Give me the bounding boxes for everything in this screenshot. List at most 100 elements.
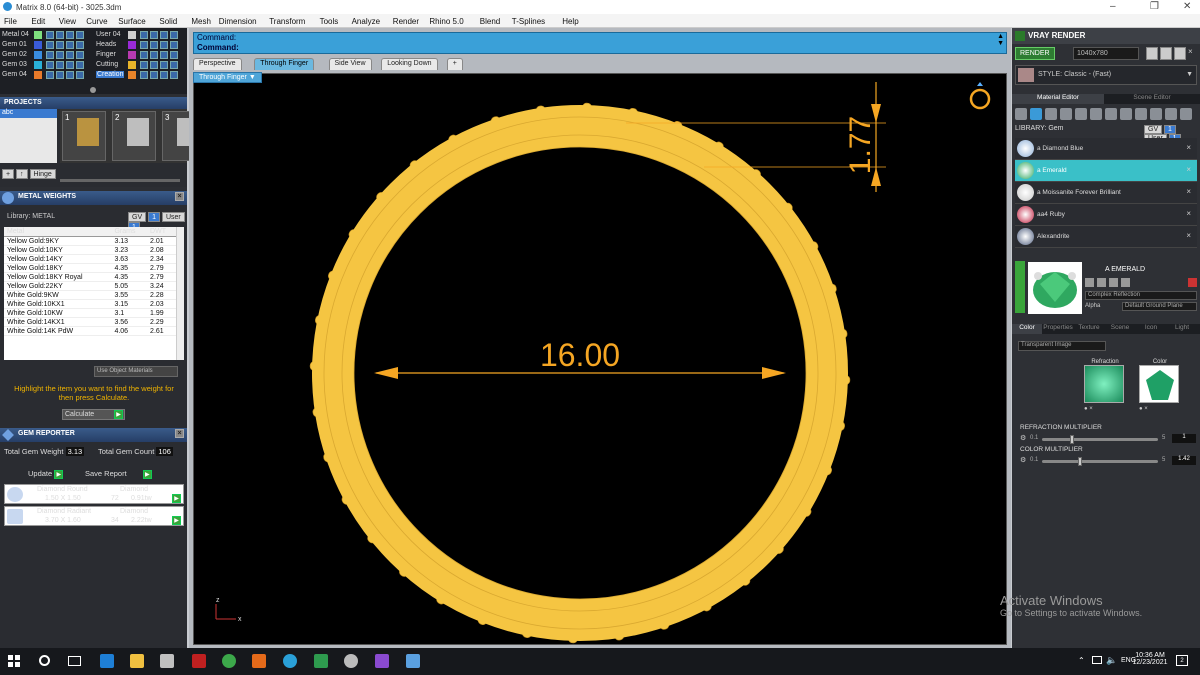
remove-material-icon[interactable]: ×	[1186, 165, 1191, 174]
through-finger-viewport[interactable]: 16.00 1.77 z x	[193, 73, 1007, 645]
checker-icon[interactable]	[1135, 108, 1147, 120]
menu-rhino-5-0[interactable]: Rhino 5.0	[429, 17, 463, 26]
menu-curve[interactable]: Curve	[86, 17, 107, 26]
layer-toggle-icon[interactable]	[66, 31, 74, 39]
layer-toggle-icon[interactable]	[56, 41, 64, 49]
menu-analyze[interactable]: Analyze	[352, 17, 380, 26]
edge-icon[interactable]	[100, 654, 114, 668]
close-gem-reporter-icon[interactable]: ×	[175, 429, 184, 438]
menu-render[interactable]: Render	[393, 17, 419, 26]
refraction-map-tools[interactable]: ● ×	[1084, 406, 1093, 412]
material-preview-toggle[interactable]	[1015, 261, 1025, 313]
layer-color-swatch[interactable]	[128, 61, 136, 69]
alpha-field[interactable]: Alpha	[1085, 303, 1100, 309]
up-project-button[interactable]: ↑	[16, 169, 28, 179]
material-copy-icon[interactable]	[1085, 278, 1094, 287]
update-button[interactable]: Update ▶	[28, 469, 64, 479]
material-assign-icon[interactable]	[1121, 278, 1130, 287]
notification-icon[interactable]: 2	[1176, 655, 1188, 666]
layer-toggle-icon[interactable]	[56, 61, 64, 69]
add-project-button[interactable]: +	[2, 169, 15, 179]
refraction-multiplier-value[interactable]: 1	[1172, 434, 1196, 443]
remove-material-icon[interactable]: ×	[1186, 209, 1191, 218]
layer-row[interactable]: Heads	[94, 40, 186, 50]
layer-toggle-icon[interactable]	[160, 31, 168, 39]
clock[interactable]: 10:36 AM 12/23/2021	[1130, 652, 1170, 666]
color-multiplier-value[interactable]: 1.42	[1172, 456, 1196, 465]
layer-row[interactable]: Creation	[94, 70, 186, 80]
gem-row[interactable]: Diamond Round Diamond 1.50 X 1.50 72 0.91tw ▶	[4, 484, 184, 504]
ring-view-icon[interactable]	[969, 82, 991, 110]
layer-toggle-icon[interactable]	[160, 61, 168, 69]
gem-select-icon[interactable]: ▶	[172, 516, 181, 525]
shine-icon[interactable]	[1075, 108, 1087, 120]
subtab-icon[interactable]: Icon	[1136, 324, 1166, 334]
layer-toggle-icon[interactable]	[76, 61, 84, 69]
render-settings-icon[interactable]	[1146, 47, 1158, 60]
material-ball-icon[interactable]	[1030, 108, 1042, 120]
menu-blend[interactable]: Blend	[480, 17, 500, 26]
tab-side-view[interactable]: Side View	[328, 58, 372, 70]
layer-toggle-icon[interactable]	[46, 51, 54, 59]
layer-toggle-icon[interactable]	[46, 61, 54, 69]
refraction-slider-thumb[interactable]	[1070, 435, 1074, 444]
tab-looking-down[interactable]: Looking Down	[381, 58, 438, 70]
gem-select-icon[interactable]: ▶	[172, 494, 181, 503]
render-region-icon[interactable]	[1160, 47, 1172, 60]
save-report-button[interactable]: Save Report ▶	[85, 469, 152, 479]
tray-chevron-icon[interactable]: ⌃	[1078, 656, 1085, 665]
material-item[interactable]: aa4 Ruby ×	[1015, 204, 1197, 226]
material-item[interactable]: a Moissanite Forever Brilliant ×	[1015, 182, 1197, 204]
tab-[interactable]: +	[446, 58, 463, 70]
menu-help[interactable]: Help	[562, 17, 578, 26]
column-header[interactable]: DWT	[147, 227, 176, 237]
menu-edit[interactable]: Edit	[31, 17, 45, 26]
refraction-map[interactable]: Refraction ● ×	[1084, 359, 1126, 417]
project-thumbnail[interactable]: 1	[62, 111, 106, 161]
layer-color-swatch[interactable]	[128, 41, 136, 49]
layer-toggle-icon[interactable]	[170, 31, 178, 39]
menu-file[interactable]: File	[4, 17, 17, 26]
subtab-light[interactable]: Light	[1167, 324, 1197, 334]
app-red-icon[interactable]	[192, 654, 206, 668]
reflection-select[interactable]: Complex Reflection	[1085, 291, 1197, 300]
layer-toggle-icon[interactable]	[56, 71, 64, 79]
use-object-materials-checkbox[interactable]: Use Object Materials	[94, 366, 178, 377]
menu-surface[interactable]: Surface	[118, 17, 146, 26]
layer-row[interactable]: Gem 02	[0, 50, 92, 60]
lamp-icon[interactable]	[1180, 108, 1192, 120]
layer-toggle-icon[interactable]	[46, 41, 54, 49]
link-icon[interactable]	[1165, 108, 1177, 120]
grid-icon[interactable]	[1105, 108, 1117, 120]
subtab-properties[interactable]: Properties	[1043, 324, 1073, 334]
table-row[interactable]: Yellow Gold:22KY 5.05 3.24	[4, 281, 176, 291]
gem-row[interactable]: Diamond Radiant Diamond 3.70 X 1.60 34 2.22t…	[4, 506, 184, 526]
hinge-button[interactable]: Hinge	[29, 169, 56, 179]
layer-toggle-icon[interactable]	[150, 61, 158, 69]
remove-material-icon[interactable]: ×	[1186, 143, 1191, 152]
table-row[interactable]: White Gold:9KW 3.55 2.28	[4, 290, 176, 300]
table-row[interactable]: White Gold:14K PdW 4.06 2.61	[4, 326, 176, 336]
layer-splitter[interactable]	[0, 86, 187, 94]
layer-toggle-icon[interactable]	[150, 51, 158, 59]
subtab-scene[interactable]: Scene	[1105, 324, 1135, 334]
subtab-texture[interactable]: Texture	[1074, 324, 1104, 334]
layer-toggle-icon[interactable]	[170, 61, 178, 69]
texture-icon[interactable]	[1090, 108, 1102, 120]
resolution-field[interactable]: 1040x780	[1073, 47, 1139, 60]
viewport-name-label[interactable]: Through Finger ▼	[193, 72, 262, 83]
search-icon[interactable]	[39, 655, 50, 666]
layer-toggle-icon[interactable]	[66, 51, 74, 59]
layer-toggle-icon[interactable]	[76, 71, 84, 79]
layer-toggle-icon[interactable]	[56, 51, 64, 59]
layer-row[interactable]: Finger	[94, 50, 186, 60]
table-row[interactable]: Yellow Gold:10KY 3.23 2.08	[4, 245, 176, 255]
material-edit-icon[interactable]	[1097, 278, 1106, 287]
layer-toggle-icon[interactable]	[56, 31, 64, 39]
menu-mesh[interactable]: Mesh	[191, 17, 211, 26]
layer-toggle-icon[interactable]	[160, 41, 168, 49]
layer-toggle-icon[interactable]	[140, 71, 148, 79]
volume-icon[interactable]: 🔈	[1106, 655, 1117, 666]
layer-toggle-icon[interactable]	[160, 71, 168, 79]
metal-weights-table[interactable]: Metal Grams DWT Yellow Gold:9KY 3.13 2.01 Yel…	[4, 227, 184, 360]
